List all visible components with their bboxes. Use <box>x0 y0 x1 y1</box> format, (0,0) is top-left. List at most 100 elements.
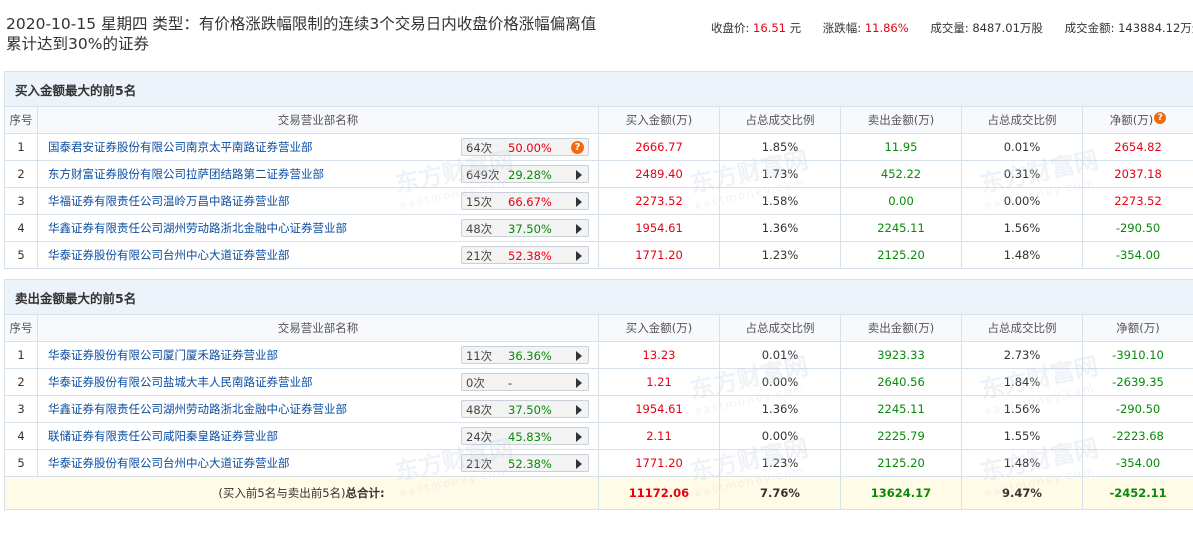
net-amount: -3910.10 <box>1081 341 1193 369</box>
times-count: 21次 <box>466 249 493 263</box>
win-rate: 50.00% <box>508 141 552 155</box>
broker-cell: 华泰证券股份有限公司盐城大丰人民南路证券营业部 0次 - <box>37 368 599 396</box>
times-count: 0次 <box>466 376 485 390</box>
buy-amount: 2.11 <box>598 422 720 450</box>
broker-name-link[interactable]: 华泰证券股份有限公司厦门厦禾路证券营业部 <box>48 347 461 363</box>
col-header-buy-ratio: 占总成交比例 <box>719 106 841 134</box>
broker-name-link[interactable]: 国泰君安证券股份有限公司南京太平南路证券营业部 <box>48 139 461 155</box>
buy-amount: 2489.40 <box>598 160 720 188</box>
table-row: 4 联储证券有限责任公司咸阳秦皇路证券营业部 24次 45.83% 2.11 0.00% 2… <box>4 422 1193 450</box>
row-no: 5 <box>4 241 38 269</box>
broker-stats-box[interactable]: 64次 50.00%? <box>461 138 589 156</box>
play-arrow-icon[interactable] <box>576 197 582 207</box>
table-row: 2 华泰证券股份有限公司盐城大丰人民南路证券营业部 0次 - 1.21 0.00% 2640… <box>4 368 1193 396</box>
buy-amount: 1771.20 <box>598 241 720 269</box>
sell-ratio: 1.56% <box>961 395 1083 423</box>
buy-ratio: 1.23% <box>719 241 841 269</box>
volume-label: 成交量: <box>930 21 969 35</box>
broker-stats-box[interactable]: 21次 52.38% <box>461 454 589 472</box>
broker-cell: 华泰证券股份有限公司台州中心大道证券营业部 21次 52.38% <box>37 449 599 477</box>
broker-stats-box[interactable]: 48次 37.50% <box>461 400 589 418</box>
play-arrow-icon[interactable] <box>576 224 582 234</box>
col-header-sell: 卖出金额(万) <box>840 314 962 342</box>
broker-stats-box[interactable]: 649次 29.28% <box>461 165 589 183</box>
broker-cell: 国泰君安证券股份有限公司南京太平南路证券营业部 64次 50.00%? <box>37 133 599 161</box>
total-net: -2452.11 <box>1081 476 1193 510</box>
close-value: 16.51 <box>753 21 786 35</box>
broker-stats-box[interactable]: 48次 37.50% <box>461 219 589 237</box>
sell-section-title: 卖出金额最大的前5名 <box>3 279 1193 315</box>
broker-name-link[interactable]: 华福证券有限责任公司温岭万昌中路证券营业部 <box>48 193 461 209</box>
broker-name-link[interactable]: 华泰证券股份有限公司盐城大丰人民南路证券营业部 <box>48 374 461 390</box>
sell-ratio: 1.48% <box>961 449 1083 477</box>
sell-ratio: 0.31% <box>961 160 1083 188</box>
broker-stats-box[interactable]: 24次 45.83% <box>461 427 589 445</box>
win-rate: 37.50% <box>508 222 552 236</box>
buy-ratio: 0.01% <box>719 341 841 369</box>
play-arrow-icon[interactable] <box>576 251 582 261</box>
row-no: 3 <box>4 395 38 423</box>
play-arrow-icon[interactable] <box>576 405 582 415</box>
total-buy: 11172.06 <box>598 476 720 510</box>
broker-stats-box[interactable]: 15次 66.67% <box>461 192 589 210</box>
broker-name-link[interactable]: 联储证券有限责任公司咸阳秦皇路证券营业部 <box>48 428 461 444</box>
buy-ratio: 1.36% <box>719 214 841 242</box>
win-rate: 37.50% <box>508 403 552 417</box>
buy-amount: 13.23 <box>598 341 720 369</box>
buy-ratio: 0.00% <box>719 368 841 396</box>
row-no: 1 <box>4 133 38 161</box>
sell-amount: 2245.11 <box>840 214 962 242</box>
sell-ratio: 0.01% <box>961 133 1083 161</box>
question-icon[interactable]: ? <box>571 141 584 154</box>
total-sell-ratio: 9.47% <box>961 476 1083 510</box>
col-header-buy-ratio: 占总成交比例 <box>719 314 841 342</box>
net-amount: -2223.68 <box>1081 422 1193 450</box>
col-header-no: 序号 <box>4 314 38 342</box>
broker-stats-box[interactable]: 0次 - <box>461 373 589 391</box>
change-label: 涨跌幅: <box>822 21 862 35</box>
play-arrow-icon[interactable] <box>576 351 582 361</box>
times-count: 21次 <box>466 457 493 471</box>
sell-amount: 2125.20 <box>840 449 962 477</box>
table-row: 5 华泰证券股份有限公司台州中心大道证券营业部 21次 52.38% 1771.20 1.… <box>4 241 1193 269</box>
buy-ratio: 1.36% <box>719 395 841 423</box>
broker-name-link[interactable]: 华鑫证券有限责任公司湖州劳动路浙北金融中心证券营业部 <box>48 401 461 417</box>
row-no: 5 <box>4 449 38 477</box>
times-count: 48次 <box>466 222 493 236</box>
broker-name-link[interactable]: 华泰证券股份有限公司台州中心大道证券营业部 <box>48 455 461 471</box>
net-amount: -290.50 <box>1081 214 1193 242</box>
sell-ratio: 2.73% <box>961 341 1083 369</box>
col-header-buy: 买入金额(万) <box>598 106 720 134</box>
play-arrow-icon[interactable] <box>576 170 582 180</box>
net-amount: 2654.82 <box>1081 133 1193 161</box>
times-count: 15次 <box>466 195 493 209</box>
broker-name-link[interactable]: 东方财富证券股份有限公司拉萨团结路第二证券营业部 <box>48 166 461 182</box>
total-buy-ratio: 7.76% <box>719 476 841 510</box>
row-no: 4 <box>4 422 38 450</box>
col-header-buy: 买入金额(万) <box>598 314 720 342</box>
sell-amount: 2125.20 <box>840 241 962 269</box>
play-arrow-icon[interactable] <box>576 378 582 388</box>
table-row: 2 东方财富证券股份有限公司拉萨团结路第二证券营业部 649次 29.28% 2489.… <box>4 160 1193 188</box>
net-amount: -354.00 <box>1081 241 1193 269</box>
sell-ratio: 1.55% <box>961 422 1083 450</box>
broker-stats-box[interactable]: 21次 52.38% <box>461 246 589 264</box>
broker-cell: 华鑫证券有限责任公司湖州劳动路浙北金融中心证券营业部 48次 37.50% <box>37 395 599 423</box>
col-header-no: 序号 <box>4 106 38 134</box>
sell-top5-table: 卖出金额最大的前5名 序号 交易营业部名称 买入金额(万) 占总成交比例 卖出金… <box>3 279 1193 510</box>
sell-amount: 452.22 <box>840 160 962 188</box>
buy-section-title: 买入金额最大的前5名 <box>3 71 1193 107</box>
sell-ratio: 1.56% <box>961 214 1083 242</box>
net-amount: -354.00 <box>1081 449 1193 477</box>
play-arrow-icon[interactable] <box>576 432 582 442</box>
buy-ratio: 1.85% <box>719 133 841 161</box>
page-header: 2020-10-15 星期四 类型：有价格涨跌幅限制的连续3个交易日内收盘价格涨… <box>0 0 1193 70</box>
table-row: 3 华鑫证券有限责任公司湖州劳动路浙北金融中心证券营业部 48次 37.50% 1954… <box>4 395 1193 423</box>
broker-name-link[interactable]: 华泰证券股份有限公司台州中心大道证券营业部 <box>48 247 461 263</box>
broker-name-link[interactable]: 华鑫证券有限责任公司湖州劳动路浙北金融中心证券营业部 <box>48 220 461 236</box>
question-icon[interactable]: ? <box>1154 112 1167 124</box>
play-arrow-icon[interactable] <box>576 459 582 469</box>
broker-stats-box[interactable]: 11次 36.36% <box>461 346 589 364</box>
table-row: 4 华鑫证券有限责任公司湖州劳动路浙北金融中心证券营业部 48次 37.50% 1954… <box>4 214 1193 242</box>
col-header-net: 净额(万)? <box>1081 106 1193 134</box>
